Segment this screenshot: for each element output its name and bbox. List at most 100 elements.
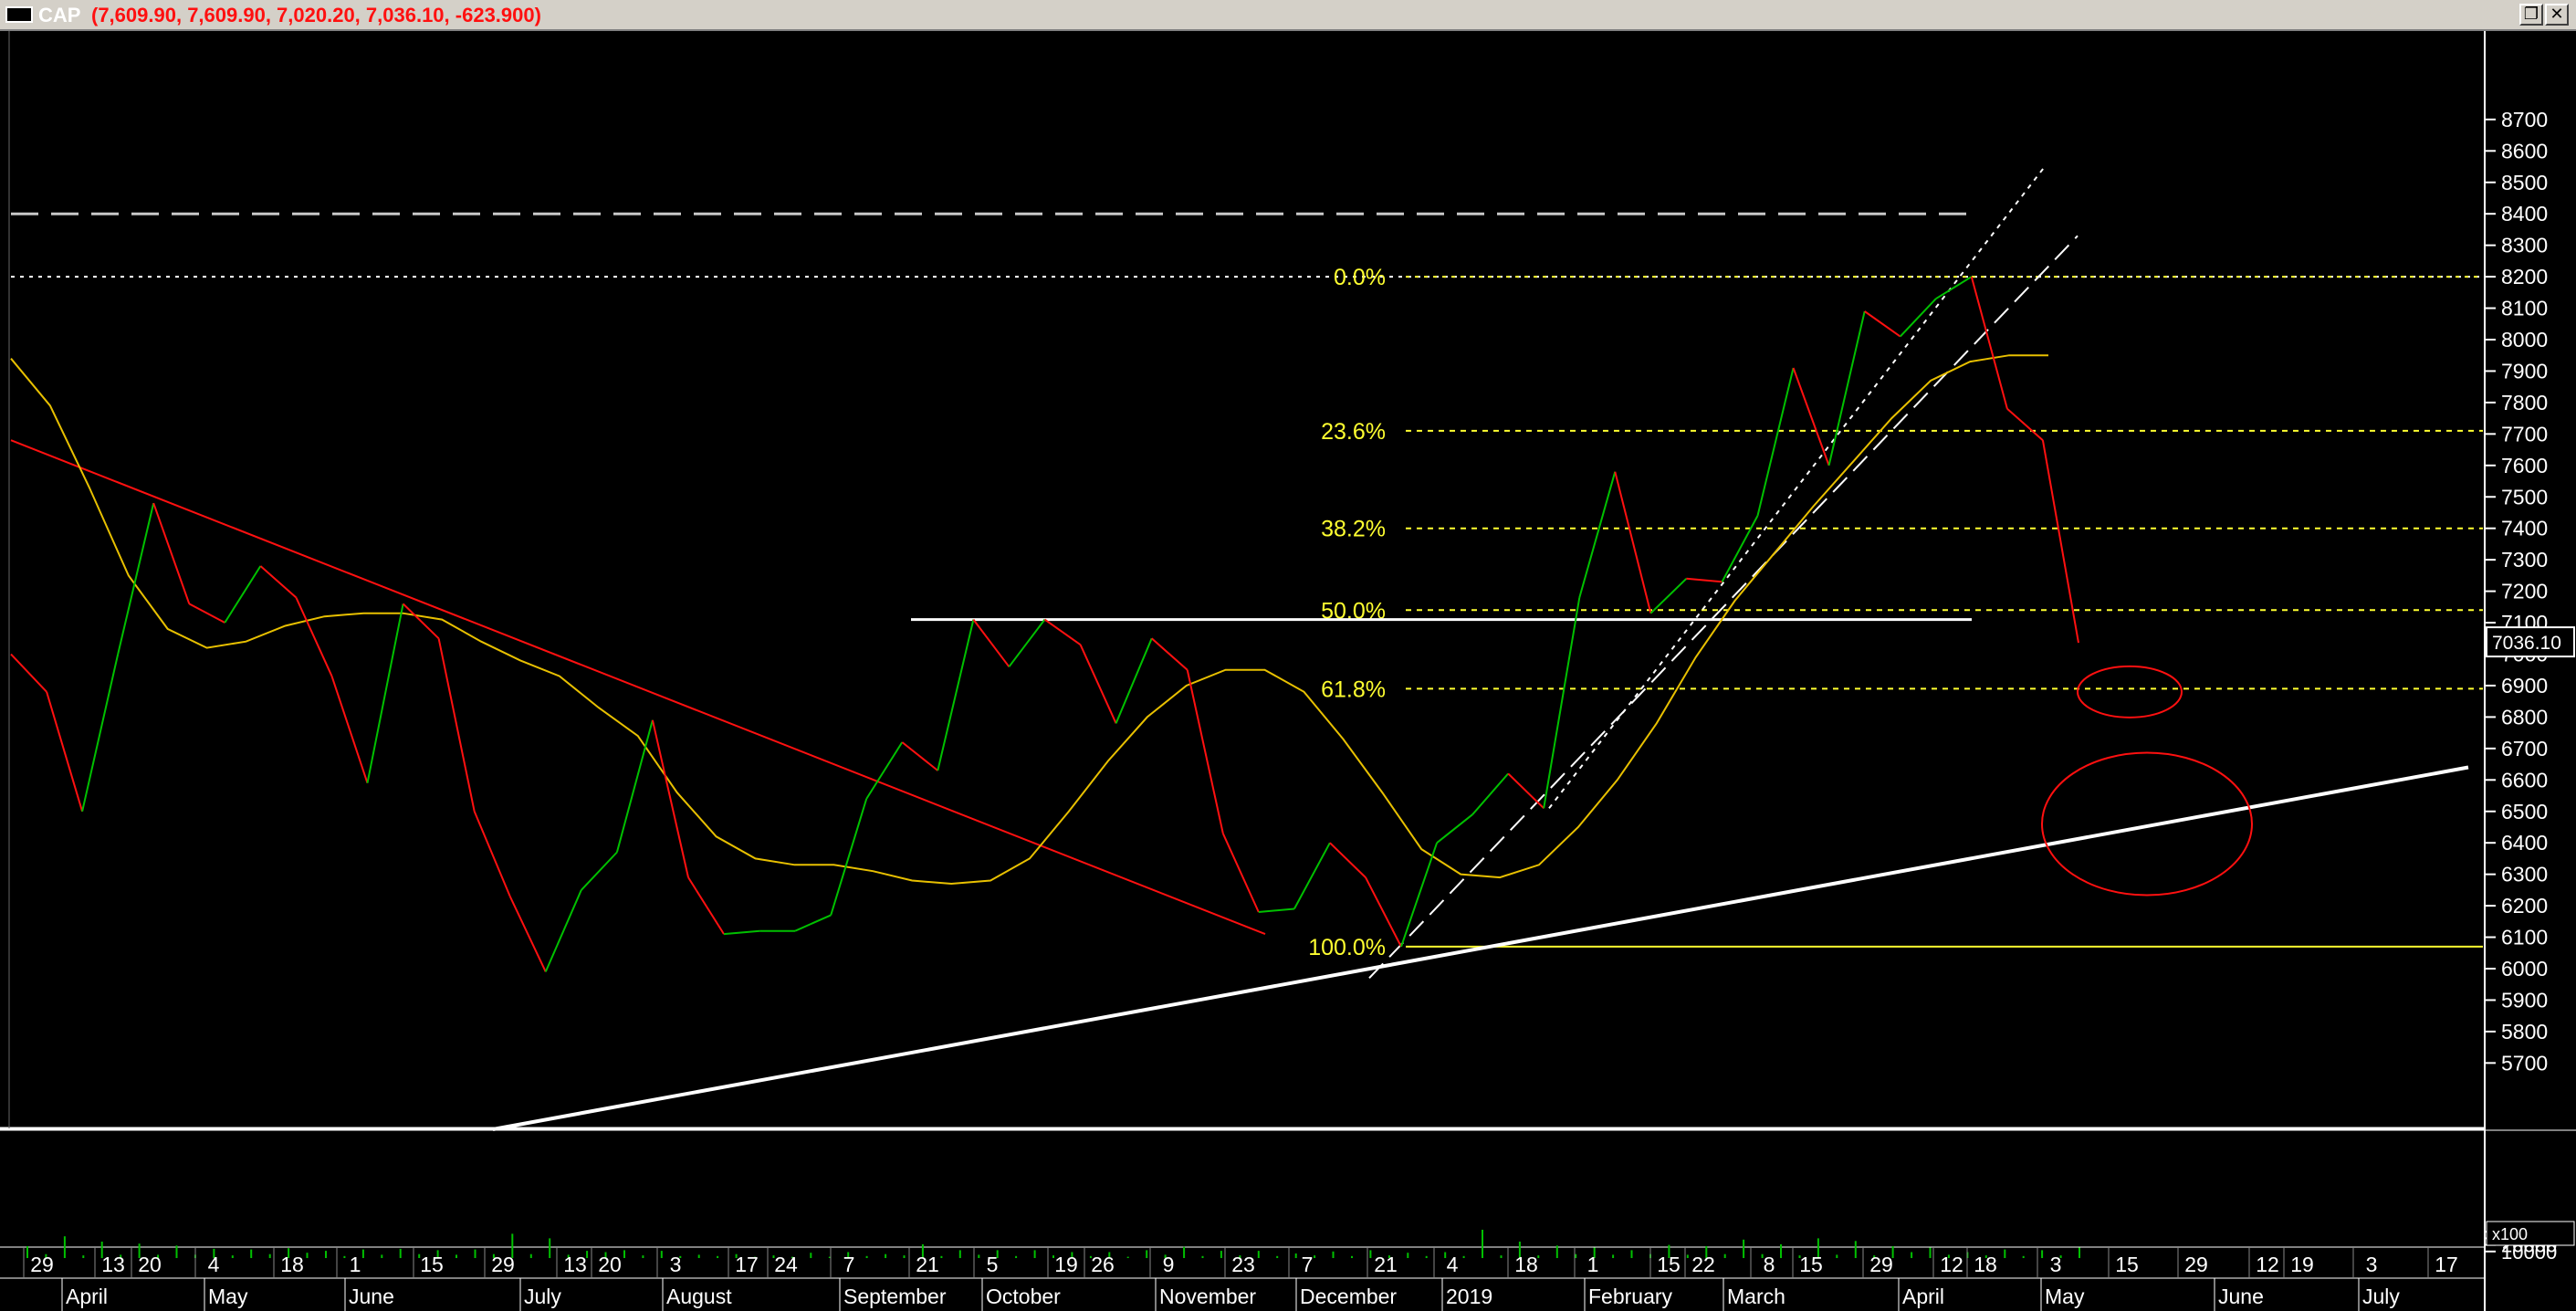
- day-label: 13: [101, 1253, 125, 1276]
- fib-level-label: 61.8%: [1321, 676, 1386, 702]
- volume-unit-label: x100: [2492, 1225, 2528, 1243]
- day-label: 17: [735, 1253, 759, 1276]
- month-label: June: [2218, 1285, 2264, 1308]
- fib-level-label: 38.2%: [1321, 517, 1386, 542]
- price-tick-label: 5900: [2501, 988, 2548, 1012]
- day-label: 4: [1447, 1253, 1459, 1276]
- day-label: 23: [1231, 1253, 1255, 1276]
- day-label: 17: [2435, 1253, 2458, 1276]
- day-label: 5: [987, 1253, 999, 1276]
- month-label: September: [843, 1285, 947, 1308]
- day-label: 7: [843, 1253, 855, 1276]
- price-tick-label: 8400: [2501, 202, 2548, 225]
- month-label: November: [1159, 1285, 1256, 1308]
- last-value-label: 7036.10: [2492, 633, 2561, 654]
- price-tick-label: 7600: [2501, 454, 2548, 477]
- price-tick-label: 6900: [2501, 674, 2548, 697]
- close-button[interactable]: ✕: [2545, 4, 2569, 26]
- price-tick-label: 6000: [2501, 957, 2548, 981]
- price-tick-label: 5700: [2501, 1051, 2548, 1075]
- price-tick-label: 6800: [2501, 705, 2548, 729]
- day-label: 3: [2050, 1253, 2062, 1276]
- month-label: July: [2362, 1285, 2400, 1308]
- day-label: 20: [598, 1253, 622, 1276]
- day-label: 12: [2256, 1253, 2279, 1276]
- day-label: 7: [1302, 1253, 1314, 1276]
- day-label: 21: [1374, 1253, 1398, 1276]
- restore-icon: ❐: [2523, 5, 2539, 24]
- price-tick-label: 6100: [2501, 926, 2548, 949]
- day-label: 18: [280, 1253, 304, 1276]
- price-tick-label: 6700: [2501, 737, 2548, 760]
- price-tick-label: 8100: [2501, 297, 2548, 320]
- ohlc-readout: (7,609.90, 7,609.90, 7,020.20, 7,036.10,…: [91, 4, 541, 26]
- window-titlebar[interactable]: CAP (7,609.90, 7,609.90, 7,020.20, 7,036…: [0, 0, 2576, 31]
- day-label: 29: [1869, 1253, 1893, 1276]
- price-tick-label: 8200: [2501, 265, 2548, 288]
- price-tick-label: 7200: [2501, 580, 2548, 603]
- day-label: 12: [1940, 1253, 1963, 1276]
- day-label: 15: [1799, 1253, 1823, 1276]
- day-label: 22: [1691, 1253, 1715, 1276]
- chart-area[interactable]: 5700 5800 5900 6000 6100 6200 6300 6400 6500 6600…: [0, 31, 2576, 1311]
- price-tick-label: 5800: [2501, 1020, 2548, 1044]
- price-tick-label: 7900: [2501, 359, 2548, 383]
- day-label: 15: [1657, 1253, 1681, 1276]
- month-label: June: [349, 1285, 394, 1308]
- price-tick-label: 7300: [2501, 548, 2548, 572]
- day-label: 19: [1054, 1253, 1078, 1276]
- day-label: 29: [30, 1253, 54, 1276]
- price-tick-label: 7700: [2501, 422, 2548, 446]
- price-tick-label: 7800: [2501, 391, 2548, 414]
- close-icon: ✕: [2550, 5, 2564, 24]
- day-label: 15: [2115, 1253, 2139, 1276]
- price-tick-label: 8300: [2501, 234, 2548, 257]
- day-label: 29: [491, 1253, 515, 1276]
- day-label: 3: [2366, 1253, 2378, 1276]
- day-label: 8: [1764, 1253, 1775, 1276]
- day-label: 4: [208, 1253, 220, 1276]
- month-label: October: [986, 1285, 1061, 1308]
- day-label: 1: [350, 1253, 361, 1276]
- day-label: 21: [916, 1253, 939, 1276]
- restore-button[interactable]: ❐: [2519, 4, 2543, 26]
- fib-level-label: 0.0%: [1334, 265, 1386, 290]
- price-tick-label: 6600: [2501, 768, 2548, 792]
- price-tick-label: 6400: [2501, 831, 2548, 855]
- month-label: April: [1902, 1285, 1944, 1308]
- month-label: July: [524, 1285, 561, 1308]
- price-tick-label: 8700: [2501, 108, 2548, 131]
- month-label: 2019: [1446, 1285, 1492, 1308]
- day-label: 19: [2290, 1253, 2314, 1276]
- month-label: February: [1588, 1285, 1673, 1308]
- day-label: 1: [1587, 1253, 1599, 1276]
- price-tick-label: 8500: [2501, 171, 2548, 194]
- price-tick-label: 8600: [2501, 139, 2548, 163]
- day-label: 29: [2184, 1253, 2208, 1276]
- price-tick-label: 6500: [2501, 800, 2548, 823]
- month-label: April: [66, 1285, 108, 1308]
- fib-level-label: 23.6%: [1321, 419, 1386, 445]
- month-label: December: [1300, 1285, 1397, 1308]
- day-label: 13: [563, 1253, 587, 1276]
- fib-level-label: 100.0%: [1308, 935, 1386, 960]
- month-label: May: [208, 1285, 248, 1308]
- month-label: May: [2045, 1285, 2085, 1308]
- chart-symbol: CAP: [38, 4, 81, 26]
- chart-window-icon: [5, 6, 33, 23]
- price-tick-label: 7400: [2501, 517, 2548, 540]
- day-label: 26: [1091, 1253, 1115, 1276]
- price-tick-label: 7500: [2501, 485, 2548, 509]
- month-label: August: [666, 1285, 732, 1308]
- day-label: 24: [774, 1253, 798, 1276]
- day-label: 3: [670, 1253, 682, 1276]
- chart-background: [0, 31, 2576, 1311]
- price-tick-label: 6200: [2501, 894, 2548, 918]
- day-label: 9: [1163, 1253, 1175, 1276]
- day-label: 18: [1514, 1253, 1538, 1276]
- day-label: 20: [138, 1253, 162, 1276]
- month-label: March: [1727, 1285, 1785, 1308]
- price-tick-label: 8000: [2501, 328, 2548, 351]
- price-tick-label: 6300: [2501, 863, 2548, 886]
- day-label: 15: [420, 1253, 444, 1276]
